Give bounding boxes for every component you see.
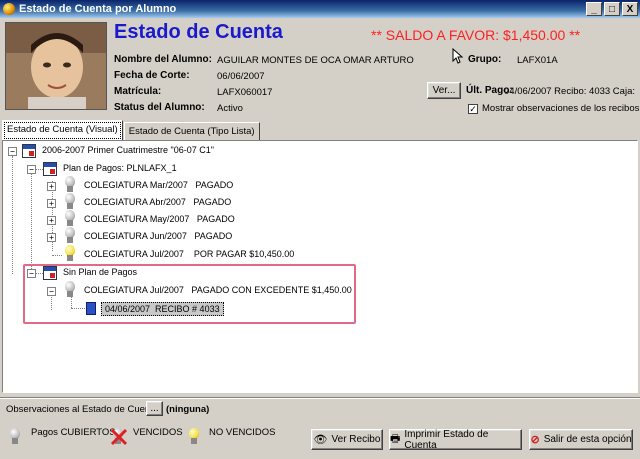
close-button[interactable]: X	[622, 2, 638, 16]
mostrar-observaciones-checkbox[interactable]: ✓	[468, 104, 478, 114]
grupo-value: LAFX01A	[517, 55, 558, 66]
legend-cubiertos: Pagos CUBIERTOS	[31, 427, 116, 438]
eye-icon: 👁	[313, 434, 328, 446]
tree-node-periodo[interactable]: 2006-2007 Primer Cuatrimestre "06-07 C1"	[42, 145, 214, 155]
observaciones-button[interactable]: ...	[146, 401, 163, 416]
tree-node-plan[interactable]: Plan de Pagos: PLNLAFX_1	[63, 163, 177, 173]
expander-item-jul[interactable]: −	[47, 287, 56, 296]
window-title: Estado de Cuenta por Alumno	[19, 3, 177, 15]
app-icon	[3, 3, 15, 15]
grupo-label: Grupo:	[468, 54, 502, 65]
expander-item-abr[interactable]: +	[47, 199, 56, 208]
salir-button[interactable]: ⊘ Salir de esta opción	[529, 429, 633, 450]
paid-bulb-icon	[64, 227, 76, 245]
fecha-corte-value: 06/06/2007	[217, 71, 265, 82]
tree-node-item[interactable]: COLEGIATURA Jun/2007 PAGADO	[84, 231, 232, 241]
expander-item-may[interactable]: +	[47, 216, 56, 225]
paid-bulb-icon	[64, 193, 76, 211]
imprimir-label: Imprimir Estado de Cuenta	[404, 428, 489, 451]
ver-recibo-label: Ver Recibo	[331, 434, 381, 445]
ver-pago-button[interactable]: Ver...	[427, 82, 461, 99]
page-title: Estado de Cuenta	[114, 21, 283, 43]
no-entry-icon: ⊘	[530, 434, 540, 446]
paid-legend-bulb-icon	[9, 428, 21, 446]
nombre-label: Nombre del Alumno:	[114, 54, 212, 65]
observaciones-row: Observaciones al Estado de Cuenta:	[6, 404, 161, 415]
status-value: Activo	[217, 103, 243, 114]
student-photo	[5, 22, 107, 110]
tree-node-sin-plan[interactable]: Sin Plan de Pagos	[63, 267, 137, 277]
tree-node-item[interactable]: COLEGIATURA Abr/2007 PAGADO	[84, 197, 231, 207]
separator	[0, 397, 640, 399]
tree-node-item[interactable]: COLEGIATURA May/2007 PAGADO	[84, 214, 235, 224]
mouse-cursor-icon	[452, 48, 464, 64]
observaciones-value: (ninguna)	[166, 404, 210, 415]
mostrar-observaciones-label: Mostrar observaciones de los recibos	[482, 103, 640, 114]
tree-node-item[interactable]: COLEGIATURA Jul/2007 PAGADO CON EXCEDENT…	[84, 285, 352, 295]
tab-bar: Estado de Cuenta (Visual) Estado de Cuen…	[2, 120, 261, 141]
fecha-corte-label: Fecha de Corte:	[114, 70, 190, 81]
tab-visual[interactable]: Estado de Cuenta (Visual)	[2, 120, 123, 141]
maximize-button[interactable]: □	[604, 2, 620, 16]
tree-node-recibo[interactable]: 04/06/2007 RECIBO # 4033	[101, 302, 224, 316]
imprimir-button[interactable]: 🖶 Imprimir Estado de Cuenta	[389, 428, 522, 451]
observaciones-label: Observaciones al Estado de Cuenta:	[6, 404, 161, 415]
expander-item-jun[interactable]: +	[47, 233, 56, 242]
expander-sin-plan[interactable]: −	[27, 269, 36, 278]
vencido-legend-icon	[110, 428, 128, 446]
tree-node-item[interactable]: COLEGIATURA Mar/2007 PAGADO	[84, 180, 233, 190]
matricula-value: LAFX060017	[217, 87, 273, 98]
expander-item-mar[interactable]: +	[47, 182, 56, 191]
receipt-icon	[86, 302, 96, 315]
printer-icon: 🖶	[390, 433, 401, 445]
tab-lista[interactable]: Estado de Cuenta (Tipo Lista)	[123, 122, 260, 141]
salir-label: Salir de esta opción	[543, 434, 632, 445]
period-icon	[22, 144, 36, 158]
minimize-button[interactable]: _	[586, 2, 602, 16]
plan-icon	[43, 162, 57, 176]
nombre-value: AGUILAR MONTES DE OCA OMAR ARTURO	[217, 55, 414, 66]
paid-bulb-icon	[64, 176, 76, 194]
status-label: Status del Alumno:	[114, 102, 205, 113]
legend-vencidos: VENCIDOS	[133, 427, 183, 438]
sin-plan-icon	[43, 266, 57, 280]
ultimo-pago-value: 04/06/2007 Recibo: 4033 Caja:	[504, 86, 635, 97]
expander-root[interactable]: −	[8, 147, 17, 156]
ver-recibo-button[interactable]: 👁 Ver Recibo	[311, 429, 383, 450]
saldo-a-favor-text: ** SALDO A FAVOR: $1,450.00 **	[371, 27, 581, 43]
pending-bulb-icon	[64, 245, 76, 263]
tree-node-item[interactable]: COLEGIATURA Jul/2007 POR PAGAR $10,450.0…	[84, 249, 294, 259]
paid-bulb-icon	[64, 210, 76, 228]
expander-plan[interactable]: −	[27, 165, 36, 174]
matricula-label: Matrícula:	[114, 86, 162, 97]
window-titlebar: Estado de Cuenta por Alumno _ □ X	[0, 0, 640, 18]
no-vencido-legend-bulb-icon	[188, 428, 200, 446]
legend-no-vencidos: NO VENCIDOS	[209, 427, 276, 438]
paid-bulb-icon	[64, 281, 76, 299]
